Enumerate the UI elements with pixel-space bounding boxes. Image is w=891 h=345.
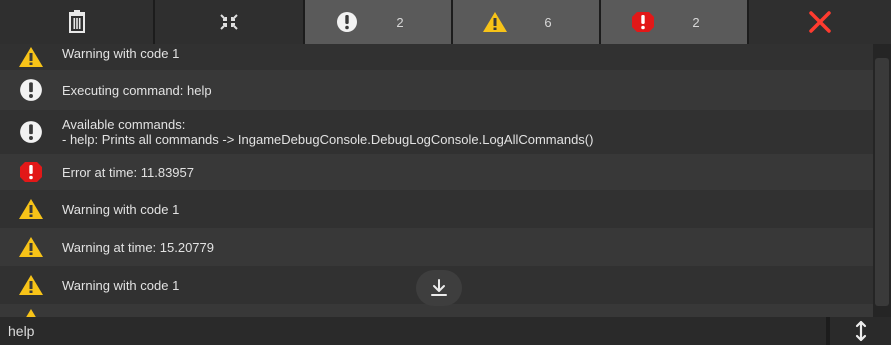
warning-icon <box>0 236 62 258</box>
log-row[interactable]: Warning with code 1 <box>0 190 873 228</box>
log-text: Warning with code 1 <box>62 277 180 293</box>
warning-icon <box>475 11 515 33</box>
filter-error-button[interactable]: 2 <box>601 0 749 44</box>
toolbar: 2 6 2 <box>0 0 891 44</box>
collapse-icon <box>220 14 238 30</box>
log-text: Error at time: 11.83957 <box>62 164 194 180</box>
error-icon <box>0 161 62 183</box>
log-row[interactable]: Error at time: 11.83957 <box>0 154 873 190</box>
warning-icon <box>0 304 62 317</box>
resize-vertical-icon <box>855 320 866 342</box>
info-count: 2 <box>396 14 404 30</box>
log-text: Warning at time: 15.20779 <box>62 239 214 255</box>
trash-icon <box>68 10 85 33</box>
close-icon <box>809 11 831 33</box>
info-icon <box>0 120 62 144</box>
filter-warning-button[interactable]: 6 <box>453 0 601 44</box>
log-text: Available commands: - help: Prints all c… <box>62 117 594 147</box>
log-scrollbar[interactable] <box>873 44 891 317</box>
error-icon <box>623 11 663 33</box>
command-bar <box>0 317 891 345</box>
scroll-to-bottom-icon <box>431 279 447 296</box>
resize-button[interactable] <box>830 317 891 345</box>
log-row[interactable]: Available commands: - help: Prints all c… <box>0 110 873 154</box>
log-row[interactable]: Warning with code 1 <box>0 44 873 70</box>
command-input[interactable] <box>0 317 826 345</box>
filter-info-button[interactable]: 2 <box>305 0 453 44</box>
clear-button[interactable] <box>0 0 155 44</box>
error-count: 2 <box>692 14 700 30</box>
info-icon <box>0 78 62 102</box>
close-button[interactable] <box>749 0 891 44</box>
log-text: Warning with code 1 <box>62 45 180 61</box>
scrollbar-thumb[interactable] <box>875 58 889 306</box>
log-text: Warning with code 1 <box>62 201 180 217</box>
log-row[interactable]: Executing command: help <box>0 70 873 110</box>
collapse-button[interactable] <box>155 0 305 44</box>
scroll-to-bottom-button[interactable] <box>416 270 462 306</box>
warning-icon <box>0 198 62 220</box>
warning-icon <box>0 46 62 68</box>
info-icon <box>327 11 367 33</box>
warning-icon <box>0 274 62 296</box>
log-text: Executing command: help <box>62 82 212 98</box>
warning-count: 6 <box>544 14 552 30</box>
log-row[interactable]: Warning at time: 15.20779 <box>0 228 873 266</box>
